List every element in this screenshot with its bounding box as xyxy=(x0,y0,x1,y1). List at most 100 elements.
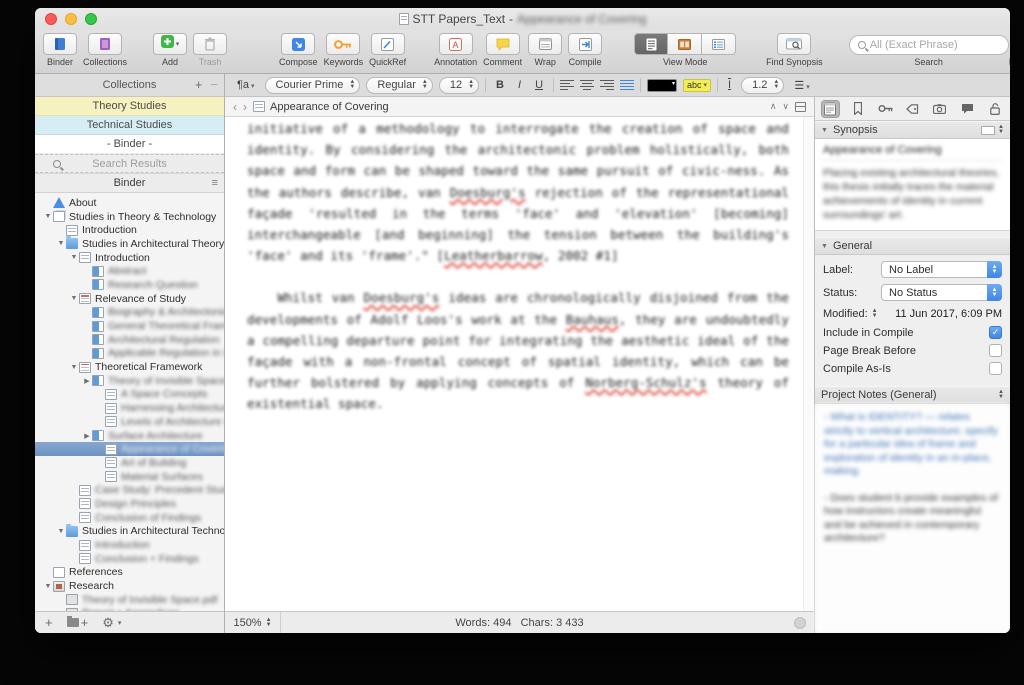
binder-item[interactable]: Introduction xyxy=(35,538,224,552)
binder-item[interactable]: Design Principles xyxy=(35,497,224,511)
disclosure-triangle[interactable]: ▼ xyxy=(43,213,53,220)
binder-item[interactable]: General Theoretical Frame xyxy=(35,319,224,333)
title-bar[interactable]: STT Papers_Text - Appearance of Covering xyxy=(35,8,1010,30)
binder-item[interactable]: ▶Surface Architecture xyxy=(35,429,224,443)
binder-header[interactable]: Binder ≡ xyxy=(35,173,224,193)
collection-tab[interactable]: Theory Studies xyxy=(35,97,224,116)
collection-tab[interactable]: Search Results xyxy=(35,154,224,173)
binder-item[interactable]: Architectural Regulation xyxy=(35,333,224,347)
highlight-color-button[interactable]: abc▾ xyxy=(683,79,711,92)
disclosure-triangle[interactable]: ▼ xyxy=(43,583,53,590)
binder-item[interactable]: About xyxy=(35,196,224,210)
checkbox[interactable] xyxy=(989,344,1002,357)
binder-item[interactable]: References xyxy=(35,566,224,580)
binder-item[interactable]: ▼Relevance of Study xyxy=(35,292,224,306)
binder-button[interactable]: Binder xyxy=(43,33,77,67)
comments-tab[interactable] xyxy=(958,100,976,118)
view-mode-document-button[interactable] xyxy=(634,33,668,55)
disclosure-triangle[interactable]: ▼ xyxy=(69,364,79,371)
binder-item[interactable]: ▶Theory of Invisible Space xyxy=(35,374,224,388)
add-document-button[interactable]: + xyxy=(45,615,53,630)
collection-tab[interactable]: - Binder - xyxy=(35,135,224,154)
split-editor-icon[interactable] xyxy=(795,102,806,112)
project-notes-body[interactable]: - What is IDENTITY? — relates strictly t… xyxy=(815,404,1010,633)
add-button[interactable]: ▾ Add xyxy=(153,33,187,67)
add-collection-button[interactable]: + xyxy=(195,77,203,92)
binder-item[interactable]: Theory of Invisible Space.pdf xyxy=(35,593,224,607)
binder-item[interactable]: Research Question xyxy=(35,278,224,292)
actions-gear-button[interactable]: ⚙▾ xyxy=(102,615,121,631)
view-mode-corkboard-button[interactable] xyxy=(668,33,702,55)
document-proxy-icon[interactable] xyxy=(399,13,409,25)
forward-button[interactable]: › xyxy=(243,100,247,114)
synopsis-card-icon[interactable] xyxy=(981,126,995,135)
compose-button[interactable]: Compose xyxy=(279,33,318,67)
italic-button[interactable]: I xyxy=(514,79,525,91)
keywords-button[interactable]: Keywords xyxy=(324,33,364,67)
next-document-button[interactable]: ∨ xyxy=(782,101,789,112)
checkbox[interactable]: ✓ xyxy=(989,326,1002,339)
binder-item[interactable]: Appearance of Covering xyxy=(35,442,224,456)
binder-item[interactable]: Case Study: Precedent Study xyxy=(35,483,224,497)
annotation-button[interactable]: A Annotation xyxy=(434,33,477,67)
lock-icon[interactable] xyxy=(986,100,1004,118)
binder-item[interactable]: ▼Studies in Architectural Theory xyxy=(35,237,224,251)
binder-item[interactable]: Conclusion of Findings xyxy=(35,511,224,525)
align-justify-button[interactable] xyxy=(620,80,634,91)
notes-tab[interactable] xyxy=(821,100,840,118)
search-input[interactable] xyxy=(870,39,990,51)
trash-button[interactable]: Trash xyxy=(193,33,227,67)
label-dropdown[interactable]: No Label▲▼ xyxy=(881,261,1002,278)
project-notes-header[interactable]: Project Notes (General) ▲▼ xyxy=(815,386,1010,404)
back-button[interactable]: ‹ xyxy=(233,100,237,114)
previous-document-button[interactable]: ∧ xyxy=(770,101,777,112)
disclosure-triangle[interactable]: ▼ xyxy=(69,254,79,261)
underline-button[interactable]: U xyxy=(531,79,547,91)
binder-item[interactable]: Abstract xyxy=(35,264,224,278)
binder-item[interactable]: ▼Theoretical Framework xyxy=(35,360,224,374)
binder-item[interactable]: Conclusion + Findings xyxy=(35,552,224,566)
view-mode-outline-button[interactable] xyxy=(702,33,736,55)
binder-item[interactable]: ▼Studies in Theory & Technology xyxy=(35,210,224,224)
binder-item[interactable]: ▼Studies in Architectural Technology xyxy=(35,525,224,539)
find-synopsis-button[interactable]: Find Synopsis xyxy=(766,33,823,67)
checkbox[interactable] xyxy=(989,362,1002,375)
align-center-button[interactable] xyxy=(580,80,594,91)
synopsis-section-header[interactable]: ▼Synopsis ▲▼ xyxy=(815,121,1010,139)
disclosure-triangle[interactable]: ▼ xyxy=(69,295,79,302)
align-right-button[interactable] xyxy=(600,80,614,91)
comment-button[interactable]: Comment xyxy=(483,33,522,67)
binder-item[interactable]: Applicable Regulation in L... xyxy=(35,347,224,361)
general-section-header[interactable]: ▼General xyxy=(815,237,1010,255)
modified-stepper[interactable]: ▲▼ xyxy=(872,309,878,319)
bold-button[interactable]: B xyxy=(492,79,508,91)
binder-menu-icon[interactable]: ≡ xyxy=(212,177,218,189)
binder-item[interactable]: Introduction xyxy=(35,223,224,237)
binder-item[interactable]: Levels of Architecture Id... xyxy=(35,415,224,429)
remove-collection-button[interactable]: − xyxy=(210,77,218,92)
binder-item[interactable]: Biography & Architectonics xyxy=(35,306,224,320)
metadata-tab[interactable] xyxy=(903,100,921,118)
references-tab[interactable] xyxy=(849,100,867,118)
project-target-button[interactable] xyxy=(794,617,806,629)
font-family-select[interactable]: Courier Prime▲▼ xyxy=(265,77,361,94)
snapshots-tab[interactable] xyxy=(931,100,949,118)
font-size-select[interactable]: 12▲▼ xyxy=(439,77,479,94)
editor-scrollbar[interactable] xyxy=(803,117,814,611)
wrap-button[interactable]: Wrap xyxy=(528,33,562,67)
compile-button[interactable]: Compile xyxy=(568,33,602,67)
align-left-button[interactable] xyxy=(560,80,574,91)
editor-text-area[interactable]: initiative of a methodology to interroga… xyxy=(225,117,803,611)
status-dropdown[interactable]: No Status▲▼ xyxy=(881,284,1002,301)
line-spacing-select[interactable]: 1.2▲▼ xyxy=(741,77,784,94)
font-style-select[interactable]: Regular▲▼ xyxy=(366,77,432,94)
binder-item[interactable]: ▼Introduction xyxy=(35,251,224,265)
paragraph-style-button[interactable]: ¶a▾ xyxy=(233,79,259,91)
synopsis-body[interactable]: Appearance of Covering Placing existing … xyxy=(815,139,1010,231)
disclosure-triangle[interactable]: ▼ xyxy=(56,240,66,247)
text-color-well[interactable] xyxy=(647,79,677,92)
list-style-button[interactable]: ☰▾ xyxy=(790,79,813,92)
collections-button[interactable]: Collections xyxy=(83,33,127,67)
binder-item[interactable]: Harnessing Architecture xyxy=(35,401,224,415)
disclosure-triangle[interactable]: ▶ xyxy=(82,377,92,385)
